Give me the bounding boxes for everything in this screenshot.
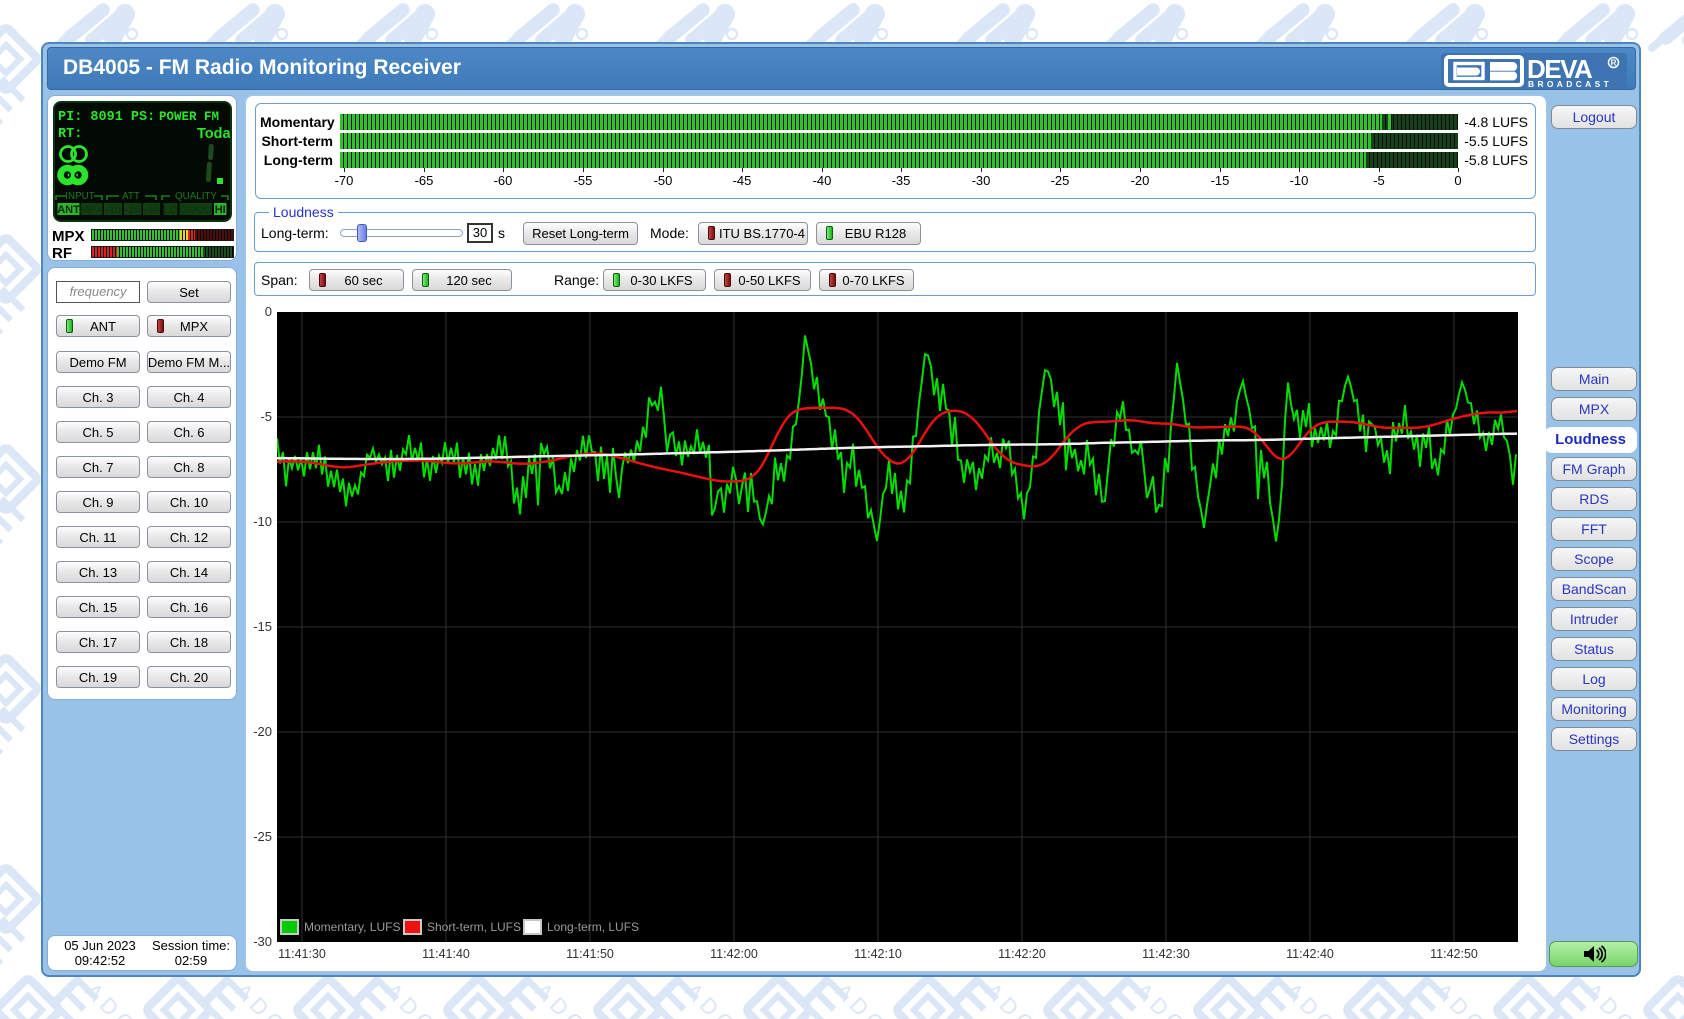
svg-text:11:42:40: 11:42:40 xyxy=(1286,947,1334,961)
svg-text:11:42:20: 11:42:20 xyxy=(998,947,1046,961)
svg-text:Short-term, LUFS: Short-term, LUFS xyxy=(427,920,521,934)
svg-text:E: E xyxy=(0,485,36,556)
svg-text:BROADCAST: BROADCAST xyxy=(1528,79,1612,89)
svg-text:11:42:50: 11:42:50 xyxy=(1430,947,1478,961)
svg-text:-25: -25 xyxy=(253,829,272,844)
svg-text:RT:: RT: xyxy=(58,127,82,142)
svg-text:-30: -30 xyxy=(253,934,272,949)
svg-text:LO: LO xyxy=(163,204,179,216)
svg-text:-15: -15 xyxy=(253,619,272,634)
svg-text:11:41:50: 11:41:50 xyxy=(566,947,614,961)
svg-text:-5: -5 xyxy=(260,409,272,424)
svg-text:11:42:00: 11:42:00 xyxy=(710,947,758,961)
svg-text:ANT: ANT xyxy=(57,204,80,216)
svg-text:-10: -10 xyxy=(105,204,121,216)
svg-text:-20: -20 xyxy=(253,724,272,739)
svg-text:Momentary, LUFS: Momentary, LUFS xyxy=(304,920,400,934)
svg-text:QUALITY: QUALITY xyxy=(175,191,217,202)
svg-text:INPUT: INPUT xyxy=(65,191,94,202)
svg-text:E: E xyxy=(0,275,36,346)
svg-text:-20: -20 xyxy=(125,204,141,216)
svg-text:-30: -30 xyxy=(144,204,160,216)
svg-text:MPX: MPX xyxy=(80,204,105,216)
svg-text:GOOD: GOOD xyxy=(179,204,213,216)
svg-text:Toda: Toda xyxy=(197,126,230,142)
svg-text:-10: -10 xyxy=(253,514,272,529)
svg-text:11:42:30: 11:42:30 xyxy=(1142,947,1190,961)
svg-text:R: R xyxy=(1611,59,1617,68)
svg-text:11:41:40: 11:41:40 xyxy=(422,947,470,961)
svg-text:HI: HI xyxy=(215,204,226,216)
svg-text:11:42:10: 11:42:10 xyxy=(854,947,902,961)
svg-text:0: 0 xyxy=(265,305,272,319)
svg-text:PI: 8091 PS:: PI: 8091 PS: xyxy=(58,110,155,125)
svg-text:POWER FM: POWER FM xyxy=(159,110,219,124)
svg-text:ATT: ATT xyxy=(122,191,140,202)
svg-text:E: E xyxy=(0,65,36,136)
svg-text:11:41:30: 11:41:30 xyxy=(278,947,326,961)
svg-text:Long-term, LUFS: Long-term, LUFS xyxy=(547,920,639,934)
svg-text:E: E xyxy=(0,905,36,976)
svg-text:E: E xyxy=(0,695,36,766)
